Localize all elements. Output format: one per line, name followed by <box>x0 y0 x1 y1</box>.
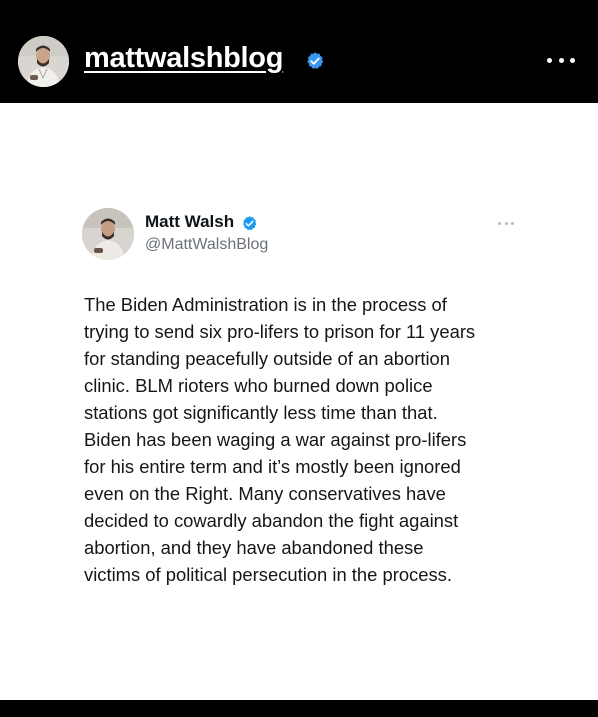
profile-username[interactable]: mattwalshblog <box>84 42 283 75</box>
tweet-text-line: even on the Right. Many conservatives ha… <box>84 483 446 504</box>
tweet-text-line: abortion, and they have abandoned these <box>84 537 424 558</box>
tweet-text-line: The Biden Administration is in the proce… <box>84 294 447 315</box>
tweet-text-line: for standing peacefully outside of an ab… <box>84 348 451 369</box>
post-header: mattwalshblog <box>0 0 598 103</box>
tweet-avatar <box>82 208 134 260</box>
tweet-display-name: Matt Walsh <box>145 212 235 231</box>
tweet-text-line: trying to send six pro-lifers to prison … <box>84 321 476 342</box>
tweet-verified-badge-icon <box>242 216 257 231</box>
more-options-icon[interactable] <box>547 50 575 70</box>
bottom-bar <box>0 700 598 717</box>
profile-avatar[interactable] <box>18 36 69 87</box>
tweet-text: The Biden Administration is in the proce… <box>84 291 524 588</box>
verified-badge-icon <box>307 52 324 69</box>
tweet-text-line: victims of political persecution in the … <box>84 564 452 585</box>
tweet-text-line: for his entire term and it’s mostly been… <box>84 456 461 477</box>
tweet-more-icon <box>498 222 514 226</box>
tweet-avatar-image <box>82 208 134 260</box>
tweet-text-line: stations got significantly less time tha… <box>84 402 438 423</box>
tweet-text-line: clinic. BLM rioters who burned down poli… <box>84 375 433 396</box>
avatar-image <box>18 36 69 87</box>
tweet-text-line: Biden has been waging a war against pro-… <box>84 429 467 450</box>
tweet-handle: @MattWalshBlog <box>145 236 269 253</box>
tweet-text-line: decided to cowardly abandon the fight ag… <box>84 510 459 531</box>
